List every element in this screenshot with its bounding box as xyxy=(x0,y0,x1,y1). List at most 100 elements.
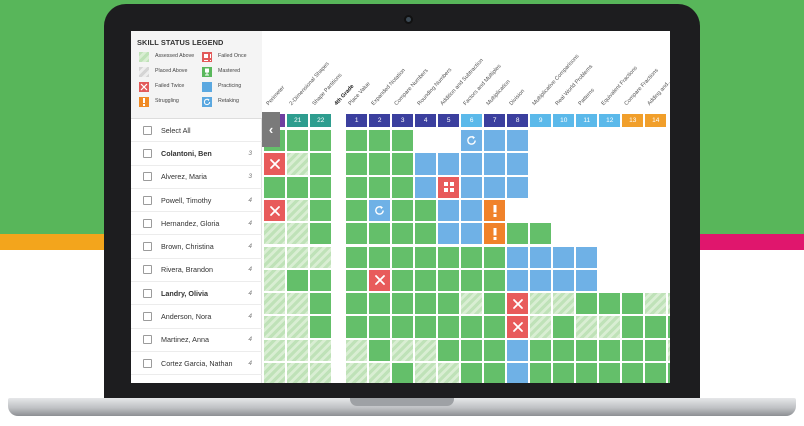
mastered-cell[interactable] xyxy=(415,269,437,292)
student-row[interactable]: Rivera, Brandon 4 xyxy=(131,259,262,283)
skill-number[interactable]: 12 xyxy=(599,114,621,127)
mastered-cell[interactable] xyxy=(415,316,437,338)
practicing-cell[interactable] xyxy=(576,246,598,268)
practicing-cell[interactable] xyxy=(553,269,575,292)
practicing-cell[interactable] xyxy=(461,153,483,175)
mastered-cell[interactable] xyxy=(346,176,368,198)
mastered-cell[interactable] xyxy=(622,293,644,315)
practicing-cell[interactable] xyxy=(415,176,437,198)
mastered-cell[interactable] xyxy=(392,223,414,245)
mastered-cell[interactable] xyxy=(415,199,437,222)
assessed-above-cell[interactable] xyxy=(264,223,286,245)
student-row[interactable]: Hernandez, Gloria 4 xyxy=(131,212,262,236)
select-all-row[interactable]: Select All xyxy=(131,119,262,143)
skill-header[interactable]: Division xyxy=(509,88,527,107)
mastered-cell[interactable] xyxy=(392,199,414,222)
practicing-cell[interactable] xyxy=(507,153,529,175)
mastered-cell[interactable] xyxy=(530,223,552,245)
practicing-cell[interactable] xyxy=(415,153,437,175)
skill-number[interactable]: 3 xyxy=(392,114,414,127)
mastered-cell[interactable] xyxy=(553,316,575,338)
mastered-cell[interactable] xyxy=(576,293,598,315)
mastered-cell[interactable] xyxy=(369,153,391,175)
practicing-cell[interactable] xyxy=(461,176,483,198)
student-name[interactable]: Anderson, Nora xyxy=(161,312,211,321)
skill-number[interactable]: 13 xyxy=(622,114,644,127)
student-checkbox[interactable] xyxy=(143,358,152,368)
mastered-cell[interactable] xyxy=(668,316,670,338)
student-row[interactable]: Colantoni, Ben 3 xyxy=(131,142,262,166)
practicing-cell[interactable] xyxy=(507,363,529,383)
skill-header[interactable]: Addition and Subtraction xyxy=(440,58,485,107)
mastered-cell[interactable] xyxy=(622,339,644,361)
assessed-above-cell[interactable] xyxy=(287,293,309,315)
practicing-cell[interactable] xyxy=(461,199,483,222)
failed-twice-cell[interactable] xyxy=(264,199,286,222)
student-row[interactable]: Martinez, Anna 4 xyxy=(131,329,262,352)
mastered-cell[interactable] xyxy=(369,130,391,152)
mastered-cell[interactable] xyxy=(645,339,667,361)
student-name[interactable]: Powell, Timothy xyxy=(161,196,211,205)
assessed-above-cell[interactable] xyxy=(287,153,309,175)
practicing-cell[interactable] xyxy=(507,269,529,292)
mastered-cell[interactable] xyxy=(310,153,332,175)
practicing-cell[interactable] xyxy=(530,246,552,268)
struggling-cell[interactable] xyxy=(484,199,506,222)
skill-header[interactable]: Adding and... xyxy=(647,78,670,107)
student-checkbox[interactable] xyxy=(143,148,152,158)
mastered-cell[interactable] xyxy=(287,269,309,292)
mastered-cell[interactable] xyxy=(599,363,621,383)
student-checkbox[interactable] xyxy=(143,242,152,252)
skill-number[interactable]: 10 xyxy=(553,114,575,127)
student-row[interactable]: Cortez Garcia, Nathan 4 xyxy=(131,352,262,376)
mastered-cell[interactable] xyxy=(310,316,332,338)
assessed-above-cell[interactable] xyxy=(599,316,621,338)
practicing-cell[interactable] xyxy=(438,223,460,245)
assessed-above-cell[interactable] xyxy=(264,269,286,292)
mastered-cell[interactable] xyxy=(415,223,437,245)
assessed-above-cell[interactable] xyxy=(287,223,309,245)
student-name[interactable]: Colantoni, Ben xyxy=(161,149,212,158)
mastered-cell[interactable] xyxy=(264,176,286,198)
student-name[interactable]: Rivera, Brandon xyxy=(161,265,213,274)
student-row[interactable]: Powell, Timothy 4 xyxy=(131,189,262,213)
practicing-cell[interactable] xyxy=(530,269,552,292)
mastered-cell[interactable] xyxy=(346,223,368,245)
mastered-cell[interactable] xyxy=(484,269,506,292)
mastered-cell[interactable] xyxy=(369,339,391,361)
mastered-cell[interactable] xyxy=(287,130,309,152)
struggling-cell[interactable] xyxy=(484,223,506,245)
mastered-cell[interactable] xyxy=(392,246,414,268)
mastered-cell[interactable] xyxy=(310,199,332,222)
mastered-cell[interactable] xyxy=(346,269,368,292)
student-row[interactable]: Brown, Christina 4 xyxy=(131,235,262,259)
student-row[interactable]: Landry, Olivia 4 xyxy=(131,282,262,306)
mastered-cell[interactable] xyxy=(599,339,621,361)
practicing-cell[interactable] xyxy=(438,199,460,222)
mastered-cell[interactable] xyxy=(438,316,460,338)
failed-twice-cell[interactable] xyxy=(264,153,286,175)
skill-number[interactable]: 5 xyxy=(438,114,460,127)
student-checkbox[interactable] xyxy=(143,335,152,345)
mastered-cell[interactable] xyxy=(438,339,460,361)
skill-number[interactable]: 1 xyxy=(346,114,368,127)
mastered-cell[interactable] xyxy=(622,363,644,383)
mastered-cell[interactable] xyxy=(553,339,575,361)
mastered-cell[interactable] xyxy=(310,223,332,245)
skill-number[interactable]: 9 xyxy=(530,114,552,127)
assessed-above-cell[interactable] xyxy=(530,293,552,315)
practicing-cell[interactable] xyxy=(461,223,483,245)
practicing-cell[interactable] xyxy=(507,130,529,152)
student-checkbox[interactable] xyxy=(143,265,152,275)
retaking-cell[interactable] xyxy=(369,199,391,222)
mastered-cell[interactable] xyxy=(392,293,414,315)
mastered-cell[interactable] xyxy=(369,316,391,338)
skill-number[interactable]: 11 xyxy=(576,114,598,127)
mastered-cell[interactable] xyxy=(310,130,332,152)
mastered-cell[interactable] xyxy=(668,363,670,383)
practicing-cell[interactable] xyxy=(507,176,529,198)
skill-header[interactable]: Patterns xyxy=(578,87,596,107)
assessed-above-cell[interactable] xyxy=(287,339,309,361)
mastered-cell[interactable] xyxy=(369,176,391,198)
skill-number[interactable]: 2 xyxy=(369,114,391,127)
